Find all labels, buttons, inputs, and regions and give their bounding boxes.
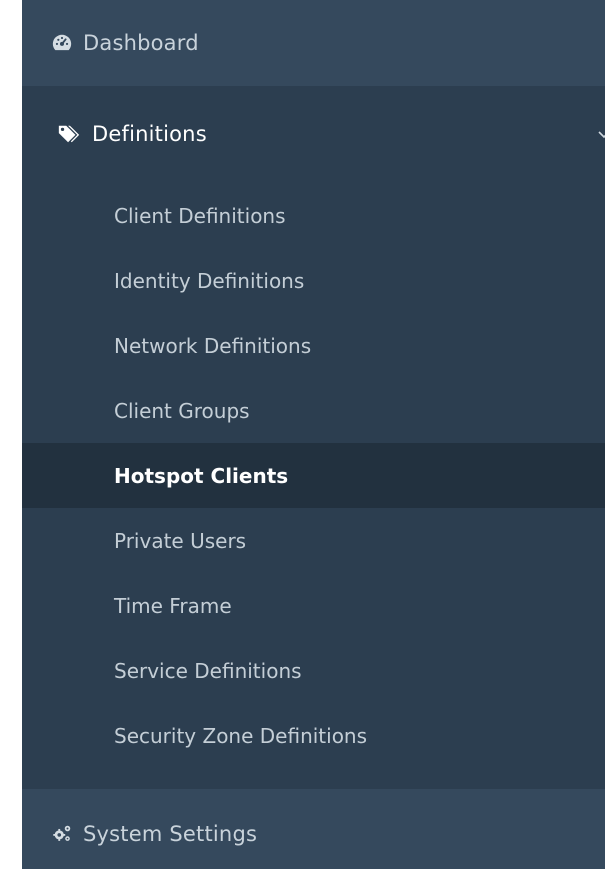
definitions-submenu: Client Definitions Identity Definitions … [22, 183, 605, 768]
submenu-item-security-zone-definitions[interactable]: Security Zone Definitions [22, 703, 605, 768]
submenu-label: Hotspot Clients [114, 463, 289, 488]
chevron-down-icon [598, 131, 605, 139]
left-gutter [0, 0, 22, 869]
submenu-label: Client Definitions [114, 203, 286, 228]
submenu-item-network-definitions[interactable]: Network Definitions [22, 313, 605, 378]
submenu-label: Network Definitions [114, 333, 312, 358]
submenu-item-client-groups[interactable]: Client Groups [22, 378, 605, 443]
submenu-label: Time Frame [114, 593, 232, 618]
submenu-label: Security Zone Definitions [114, 723, 368, 748]
submenu-item-client-definitions[interactable]: Client Definitions [22, 183, 605, 248]
tachometer-icon [49, 30, 75, 56]
submenu-item-service-definitions[interactable]: Service Definitions [22, 638, 605, 703]
submenu-item-hotspot-clients[interactable]: Hotspot Clients [22, 443, 605, 508]
nav-item-definitions[interactable]: Definitions [22, 106, 605, 162]
submenu-item-time-frame[interactable]: Time Frame [22, 573, 605, 638]
submenu-item-private-users[interactable]: Private Users [22, 508, 605, 573]
nav-label-definitions: Definitions [92, 122, 207, 146]
nav-item-dashboard[interactable]: Dashboard [22, 17, 605, 69]
tags-icon [56, 121, 82, 147]
submenu-label: Private Users [114, 528, 247, 553]
submenu-label: Client Groups [114, 398, 250, 423]
cogs-icon [49, 821, 75, 847]
submenu-label: Identity Definitions [114, 268, 305, 293]
submenu-label: Service Definitions [114, 658, 302, 683]
nav-label-system-settings: System Settings [83, 822, 258, 846]
nav-item-system-settings[interactable]: System Settings [22, 806, 605, 862]
sidebar-nav: Dashboard Definitions Client Definitions… [0, 0, 605, 869]
nav-label-dashboard: Dashboard [83, 31, 199, 55]
submenu-item-identity-definitions[interactable]: Identity Definitions [22, 248, 605, 313]
